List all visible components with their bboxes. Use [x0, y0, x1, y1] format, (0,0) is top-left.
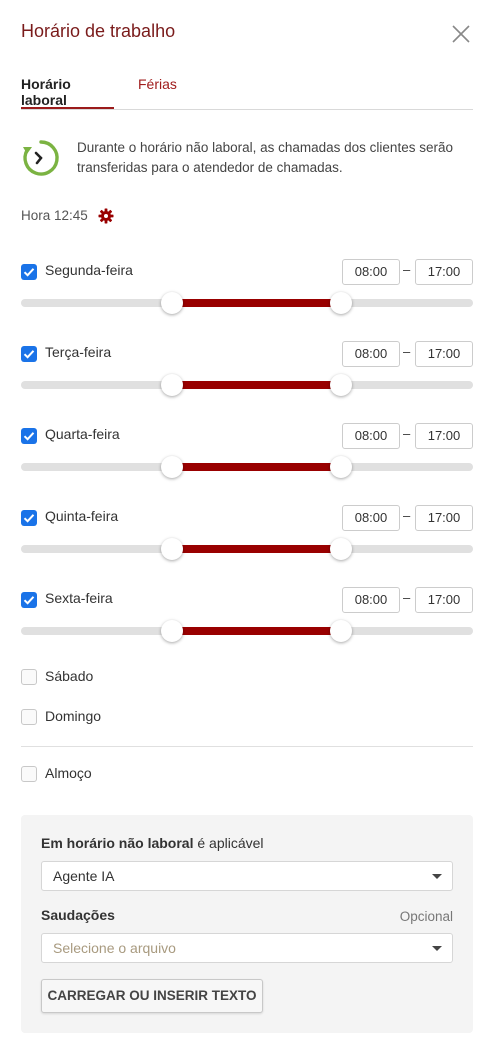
- lunch-row: Almoço: [21, 765, 321, 785]
- check-icon: [23, 514, 35, 523]
- start-time-input[interactable]: 08:00: [342, 259, 400, 285]
- caret-down-icon: [432, 946, 442, 951]
- slider-start-handle[interactable]: [161, 538, 183, 560]
- upload-or-insert-text-button[interactable]: CARREGAR OU INSERIR TEXTO: [41, 979, 263, 1013]
- range-separator: –: [403, 262, 411, 277]
- greeting-file-select[interactable]: Selecione o arquivo: [41, 933, 453, 963]
- checkbox-terca[interactable]: [21, 346, 37, 362]
- after-hours-panel: Em horário não laboral é aplicável Agent…: [21, 815, 473, 1033]
- checkbox-sexta[interactable]: [21, 592, 37, 608]
- panel-title-bold: Em horário não laboral: [41, 835, 194, 851]
- day-label: Domingo: [45, 708, 102, 724]
- select-value: Agente IA: [53, 868, 115, 884]
- day-label: Quinta-feira: [45, 508, 119, 524]
- range-separator: –: [403, 590, 411, 605]
- tab-bar: Horário laboral Férias: [21, 70, 473, 110]
- time-slider-range: [172, 463, 341, 471]
- start-time-input[interactable]: 08:00: [342, 341, 400, 367]
- day-row-segunda: Segunda-feira 08:00 – 17:00: [21, 259, 473, 319]
- start-time-input[interactable]: 08:00: [342, 505, 400, 531]
- slider-end-handle[interactable]: [330, 538, 352, 560]
- check-icon: [23, 268, 35, 277]
- day-label: Sexta-feira: [45, 590, 113, 606]
- slider-end-handle[interactable]: [330, 620, 352, 642]
- check-icon: [23, 596, 35, 605]
- check-icon: [23, 432, 35, 441]
- lunch-label: Almoço: [45, 765, 92, 781]
- slider-start-handle[interactable]: [161, 374, 183, 396]
- info-text: Durante o horário não laboral, as chamad…: [77, 140, 453, 175]
- slider-start-handle[interactable]: [161, 620, 183, 642]
- day-label: Terça-feira: [45, 344, 112, 360]
- time-slider-range: [172, 381, 341, 389]
- info-section: Durante o horário não laboral, as chamad…: [21, 138, 473, 182]
- slider-end-handle[interactable]: [330, 456, 352, 478]
- dialog-title: Horário de trabalho: [21, 21, 176, 41]
- end-time-input[interactable]: 17:00: [415, 341, 473, 367]
- slider-end-handle[interactable]: [330, 374, 352, 396]
- slider-start-handle[interactable]: [161, 292, 183, 314]
- day-row-quinta: Quinta-feira 08:00 – 17:00: [21, 505, 473, 565]
- select-placeholder: Selecione o arquivo: [53, 940, 176, 956]
- day-row-sexta: Sexta-feira 08:00 – 17:00: [21, 587, 473, 647]
- close-icon: [452, 25, 470, 43]
- tab-ferias[interactable]: Férias: [138, 76, 177, 109]
- end-time-input[interactable]: 17:00: [415, 423, 473, 449]
- after-hours-mode-select[interactable]: Agente IA: [41, 861, 453, 891]
- checkbox-quarta[interactable]: [21, 428, 37, 444]
- clock-refresh-icon: [23, 140, 59, 176]
- day-row-quarta: Quarta-feira 08:00 – 17:00: [21, 423, 473, 483]
- checkbox-almoco[interactable]: [21, 766, 37, 782]
- gear-icon[interactable]: [98, 208, 114, 224]
- current-time-label: Hora 12:45: [21, 208, 88, 223]
- day-label: Segunda-feira: [45, 262, 133, 278]
- day-row-domingo: Domingo: [21, 708, 321, 728]
- end-time-input[interactable]: 17:00: [415, 505, 473, 531]
- dialog-header: Horário de trabalho: [21, 0, 473, 64]
- day-label: Quarta-feira: [45, 426, 120, 442]
- checkbox-segunda[interactable]: [21, 264, 37, 280]
- time-slider-range: [172, 545, 341, 553]
- checkbox-sabado[interactable]: [21, 669, 37, 685]
- time-slider-range: [172, 627, 341, 635]
- slider-start-handle[interactable]: [161, 456, 183, 478]
- caret-down-icon: [432, 874, 442, 879]
- optional-label: Opcional: [399, 909, 453, 924]
- range-separator: –: [403, 344, 411, 359]
- end-time-input[interactable]: 17:00: [415, 259, 473, 285]
- panel-title: Em horário não laboral é aplicável: [41, 835, 264, 851]
- range-separator: –: [403, 426, 411, 441]
- checkbox-domingo[interactable]: [21, 709, 37, 725]
- end-time-input[interactable]: 17:00: [415, 587, 473, 613]
- current-time-row: Hora 12:45: [21, 208, 114, 228]
- panel-title-rest: é aplicável: [193, 835, 264, 851]
- section-divider: [21, 746, 473, 747]
- start-time-input[interactable]: 08:00: [342, 423, 400, 449]
- tab-horario-laboral[interactable]: Horário laboral: [21, 76, 114, 109]
- slider-end-handle[interactable]: [330, 292, 352, 314]
- day-row-sabado: Sábado: [21, 668, 321, 688]
- greetings-label: Saudações: [41, 907, 115, 923]
- range-separator: –: [403, 508, 411, 523]
- check-icon: [23, 350, 35, 359]
- day-row-terca: Terça-feira 08:00 – 17:00: [21, 341, 473, 401]
- close-button[interactable]: [451, 24, 471, 44]
- start-time-input[interactable]: 08:00: [342, 587, 400, 613]
- day-label: Sábado: [45, 668, 94, 684]
- checkbox-quinta[interactable]: [21, 510, 37, 526]
- time-slider-range: [172, 299, 341, 307]
